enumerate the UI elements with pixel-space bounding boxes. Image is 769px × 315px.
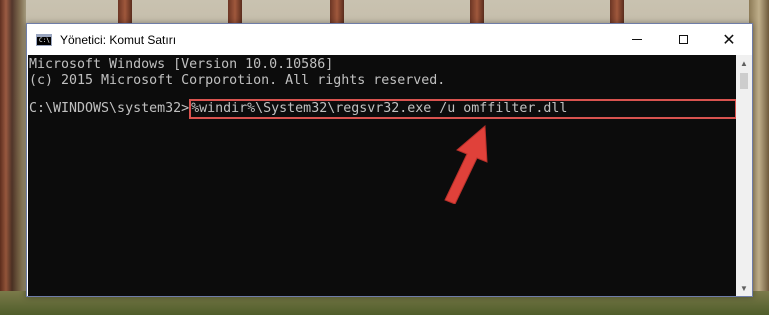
minimize-button[interactable] (614, 24, 660, 55)
command-line[interactable]: C:\WINDOWS\system32> %windir%\System32\r… (28, 99, 737, 119)
scroll-thumb[interactable] (740, 73, 748, 89)
console-output[interactable]: Microsoft Windows [Version 10.0.10586] (… (28, 55, 737, 296)
console-line: (c) 2015 Microsoft Corporotion. All righ… (29, 73, 446, 88)
title-bar[interactable]: C:\ Yönetici: Komut Satırı ✕ (27, 24, 752, 55)
scroll-up-icon[interactable]: ▲ (736, 55, 752, 71)
cmd-icon-glyph: C:\ (39, 36, 50, 44)
scroll-down-icon[interactable]: ▼ (736, 280, 752, 296)
close-button[interactable]: ✕ (706, 24, 752, 55)
window-title: Yönetici: Komut Satırı (60, 32, 177, 47)
vertical-scrollbar[interactable]: ▲ ▼ (736, 55, 752, 296)
close-icon: ✕ (722, 29, 736, 49)
arrow-icon (444, 124, 488, 204)
console-line: Microsoft Windows [Version 10.0.10586] (29, 57, 334, 72)
annotation-arrow-shape (444, 124, 488, 204)
window-controls: ✕ (614, 24, 752, 55)
minimize-icon (632, 39, 642, 40)
maximize-button[interactable] (660, 24, 706, 55)
highlighted-command[interactable]: %windir%\System32\regsvr32.exe /u omffil… (189, 99, 737, 119)
command-prompt-window[interactable]: C:\ Yönetici: Komut Satırı ✕ Microsoft W… (26, 23, 753, 297)
console-prompt: C:\WINDOWS\system32> (29, 101, 190, 116)
maximize-icon (678, 35, 688, 44)
cmd-icon[interactable]: C:\ (36, 33, 52, 46)
